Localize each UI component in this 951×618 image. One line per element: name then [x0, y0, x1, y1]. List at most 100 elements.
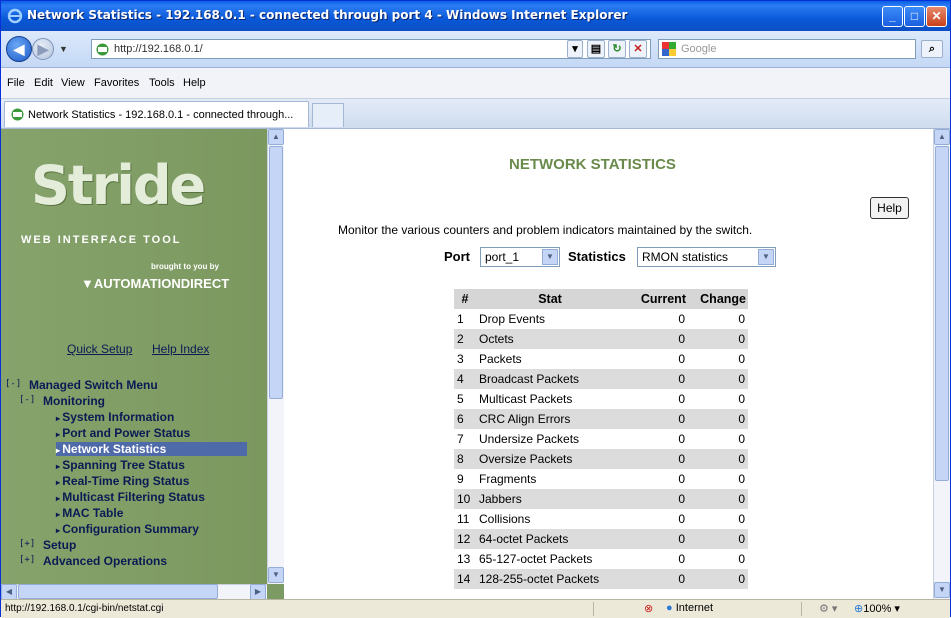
row-stat: Oversize Packets	[476, 449, 624, 469]
header-current: Current	[624, 289, 688, 309]
menu-label: Configuration Summary	[62, 522, 199, 536]
tab-network-statistics[interactable]: Network Statistics - 192.168.0.1 - conne…	[4, 101, 309, 127]
row-number: 8	[454, 449, 476, 469]
globe-icon: ●	[666, 602, 673, 614]
menu-tools[interactable]: Tools	[149, 77, 175, 89]
row-change: 0	[688, 449, 748, 469]
forward-button[interactable]: ▶	[32, 38, 54, 60]
forward-arrow-icon: ▶	[37, 41, 49, 57]
toggle-setup[interactable]: [+]	[19, 539, 35, 549]
table-row: 14 128-255-octet Packets 0 0	[454, 569, 748, 589]
row-change: 0	[688, 569, 748, 589]
stop-icon[interactable]: ✕	[629, 40, 647, 58]
menu-system-information[interactable]: ▸ System Information	[56, 410, 174, 424]
left-horizontal-scrollbar[interactable]: ◀ ▶	[1, 584, 267, 600]
menu-port-power-status[interactable]: ▸ Port and Power Status	[56, 426, 190, 440]
port-select[interactable]: port_1 ▼	[480, 247, 560, 267]
page-content: Stride WEB INTERFACE TOOL brought to you…	[1, 129, 950, 600]
menu-mac-table[interactable]: ▸ MAC Table	[56, 506, 123, 520]
row-change: 0	[688, 409, 748, 429]
menu-label: Real-Time Ring Status	[62, 474, 190, 488]
table-row: 7 Undersize Packets 0 0	[454, 429, 748, 449]
url-dropdown-icon[interactable]: ▾	[567, 40, 583, 58]
left-frame: Stride WEB INTERFACE TOOL brought to you…	[1, 129, 284, 600]
zoom-value: 100%	[863, 603, 892, 615]
menu-file[interactable]: File	[7, 77, 25, 89]
menu-setup[interactable]: Setup	[43, 538, 76, 552]
status-url: http://192.168.0.1/cgi-bin/netstat.cgi	[5, 603, 164, 614]
row-stat: CRC Align Errors	[476, 409, 624, 429]
toggle-advanced[interactable]: [+]	[19, 555, 35, 565]
close-button[interactable]: ✕	[926, 6, 947, 27]
menu-multicast-filtering-status[interactable]: ▸ Multicast Filtering Status	[56, 490, 205, 504]
main-vertical-scrollbar[interactable]: ▲ ▼	[933, 129, 950, 599]
row-change: 0	[738, 432, 745, 446]
company-name: AUTOMATIONDIRECT	[93, 276, 230, 291]
scroll-up-icon[interactable]: ▲	[934, 129, 950, 145]
menu-label: Spanning Tree Status	[62, 458, 185, 472]
menu-view[interactable]: View	[61, 77, 85, 89]
search-input[interactable]: Google	[658, 39, 916, 59]
row-current: 0	[678, 312, 685, 326]
menu-network-statistics[interactable]: ▸ Network Statistics	[56, 442, 247, 456]
row-number: 14	[454, 569, 476, 589]
scroll-down-icon[interactable]: ▼	[268, 567, 284, 583]
scroll-down-icon[interactable]: ▼	[934, 582, 950, 598]
header-stat: Stat	[476, 289, 624, 309]
help-index-link[interactable]: Help Index	[152, 342, 209, 356]
menu-configuration-summary[interactable]: ▸ Configuration Summary	[56, 522, 199, 536]
scroll-right-icon[interactable]: ▶	[250, 584, 266, 600]
new-tab-button[interactable]	[312, 103, 344, 127]
port-label: Port	[444, 249, 470, 264]
back-button[interactable]: ◀	[6, 36, 32, 62]
blocked-icon: ⊗	[644, 603, 654, 615]
row-current: 0	[624, 409, 688, 429]
nav-panel: Stride WEB INTERFACE TOOL brought to you…	[1, 129, 267, 584]
table-row: 13 65-127-octet Packets 0 0	[454, 549, 748, 569]
refresh-icon[interactable]: ↻	[608, 40, 626, 58]
hscroll-thumb[interactable]	[18, 584, 218, 599]
menu-monitoring[interactable]: Monitoring	[43, 394, 105, 408]
compatibility-icon[interactable]: ▤	[587, 40, 605, 58]
menu-bar: File Edit View Favorites Tools Help	[1, 68, 950, 99]
scroll-left-icon[interactable]: ◀	[1, 584, 17, 600]
toggle-managed[interactable]: [-]	[5, 379, 21, 389]
protected-mode-icon[interactable]: ⚙ ▾	[819, 602, 837, 615]
menu-favorites[interactable]: Favorites	[94, 77, 139, 89]
chevron-down-icon: ▼	[758, 249, 774, 265]
table-row: 2 Octets 0 0	[454, 329, 748, 349]
help-button[interactable]: Help	[870, 197, 909, 219]
menu-edit[interactable]: Edit	[34, 77, 53, 89]
quick-setup-link[interactable]: Quick Setup	[67, 342, 132, 356]
menu-real-time-ring-status[interactable]: ▸ Real-Time Ring Status	[56, 474, 189, 488]
left-vertical-scrollbar[interactable]: ▲ ▼	[267, 129, 284, 584]
company-mark-icon: ▼	[81, 276, 94, 291]
header-number: #	[454, 289, 476, 309]
search-placeholder: Google	[681, 43, 717, 55]
row-number: 4	[454, 369, 476, 389]
row-current: 0	[624, 529, 688, 549]
menu-spanning-tree-status[interactable]: ▸ Spanning Tree Status	[56, 458, 185, 472]
maximize-button[interactable]: □	[904, 6, 925, 27]
chevron-down-icon: ▼	[542, 249, 558, 265]
scroll-thumb[interactable]	[269, 146, 283, 399]
menu-advanced-operations[interactable]: Advanced Operations	[43, 554, 167, 568]
row-stat: Undersize Packets	[479, 432, 580, 446]
row-current: 0	[624, 329, 688, 349]
row-stat: 65-127-octet Packets	[479, 552, 593, 566]
row-current: 0	[678, 512, 685, 526]
scroll-thumb[interactable]	[935, 146, 949, 481]
search-icon[interactable]: ⌕	[921, 40, 943, 58]
minimize-button[interactable]: _	[882, 6, 903, 27]
toggle-monitoring[interactable]: [-]	[19, 395, 35, 405]
favicon-icon	[96, 43, 109, 56]
scroll-up-icon[interactable]: ▲	[268, 129, 284, 145]
statistics-select[interactable]: RMON statistics ▼	[637, 247, 776, 267]
history-dropdown-icon[interactable]: ▼	[59, 44, 68, 54]
row-change: 0	[738, 512, 745, 526]
row-number: 2	[454, 329, 476, 349]
zoom-level[interactable]: ⊕100% ▾	[854, 602, 900, 615]
menu-managed-switch[interactable]: Managed Switch Menu	[29, 378, 158, 392]
row-number: 7	[457, 432, 464, 446]
menu-help[interactable]: Help	[183, 77, 206, 89]
